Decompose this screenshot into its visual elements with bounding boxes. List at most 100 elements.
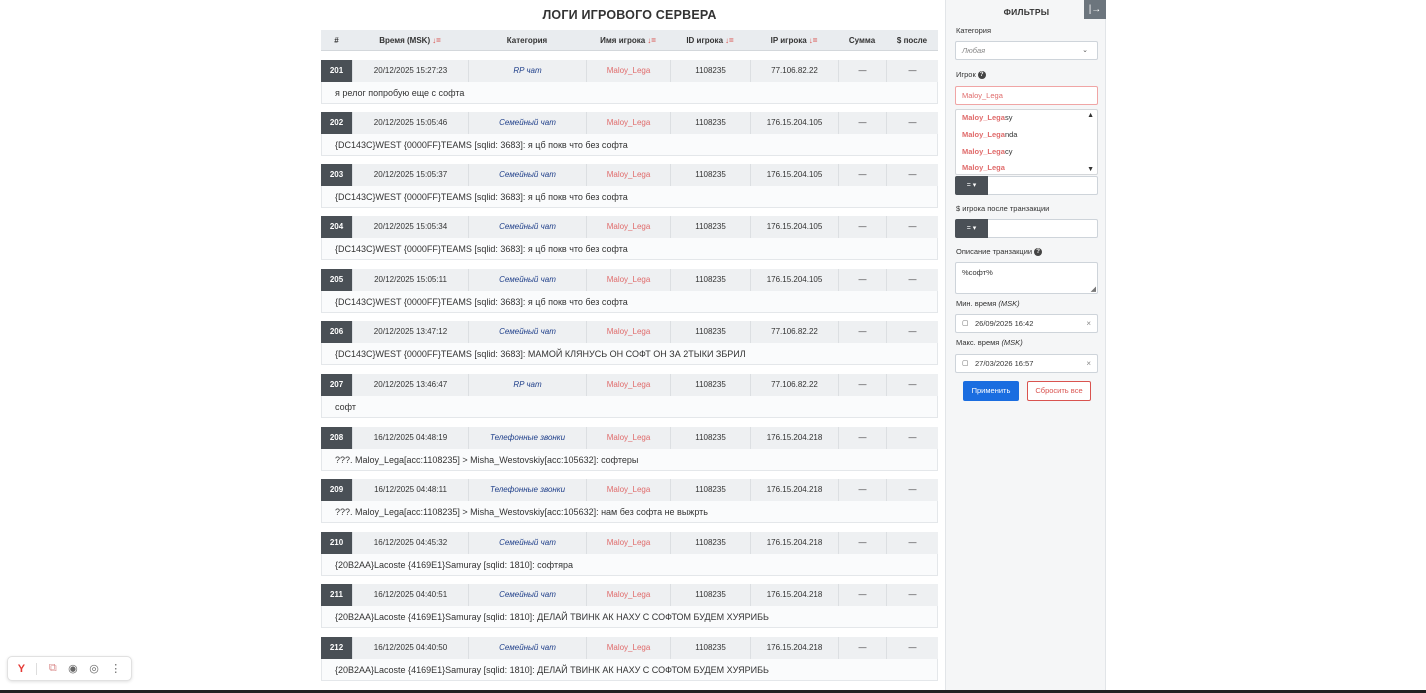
eye-icon[interactable]: ◉ xyxy=(68,662,78,675)
log-entry: 201 20/12/2025 15:27:23 RP чат Maloy_Leg… xyxy=(321,60,938,104)
row-player-name[interactable]: Maloy_Lega xyxy=(586,60,670,82)
row-player-name[interactable]: Maloy_Lega xyxy=(586,584,670,606)
description-value: %софт% xyxy=(962,268,993,277)
calendar-icon: ▢ xyxy=(962,360,969,367)
row-player-name[interactable]: Maloy_Lega xyxy=(586,637,670,659)
log-entry: 206 20/12/2025 13:47:12 Семейный чат Mal… xyxy=(321,321,938,365)
col-header-player-id[interactable]: ID игрока ↓= xyxy=(670,36,750,45)
max-time-unit: (MSK) xyxy=(1001,338,1023,347)
table-row[interactable]: 206 20/12/2025 13:47:12 Семейный чат Mal… xyxy=(321,321,938,343)
sort-icon[interactable]: ↓= xyxy=(725,36,734,45)
suggestion-item[interactable]: Maloy_Legacy xyxy=(962,147,1012,156)
row-player-name[interactable]: Maloy_Lega xyxy=(586,374,670,396)
row-message: софт xyxy=(321,396,938,418)
suggestion-item[interactable]: Maloy_Leganda xyxy=(962,130,1017,139)
row-player-name[interactable]: Maloy_Lega xyxy=(586,216,670,238)
clear-icon[interactable]: × xyxy=(1086,315,1091,332)
balance-operator-button[interactable]: = ▾ xyxy=(955,219,988,238)
col-header-time[interactable]: Время (MSK) ↓= xyxy=(352,36,468,45)
row-after: — xyxy=(886,60,938,82)
table-row[interactable]: 209 16/12/2025 04:48:11 Телефонные звонк… xyxy=(321,479,938,501)
description-textarea[interactable]: %софт% ◢ xyxy=(955,262,1098,294)
row-time: 20/12/2025 13:47:12 xyxy=(352,321,468,343)
translate-icon[interactable]: ⧉ xyxy=(49,662,57,675)
scroll-up-icon[interactable]: ▲ xyxy=(1087,112,1094,119)
row-player-name[interactable]: Maloy_Lega xyxy=(586,321,670,343)
log-entry: 208 16/12/2025 04:48:19 Телефонные звонк… xyxy=(321,427,938,471)
sum-filter-group[interactable]: = ▾ xyxy=(955,176,1098,195)
log-entry: 209 16/12/2025 04:48:11 Телефонные звонк… xyxy=(321,479,938,523)
row-number: 201 xyxy=(321,60,352,82)
row-player-id: 1108235 xyxy=(670,164,750,186)
table-header: # Время (MSK) ↓= Категория Имя игрока ↓= I… xyxy=(321,30,938,51)
row-number: 206 xyxy=(321,321,352,343)
row-category: Семейный чат xyxy=(468,216,586,238)
table-row[interactable]: 207 20/12/2025 13:46:47 RP чат Maloy_Leg… xyxy=(321,374,938,396)
suggestion-item[interactable]: Maloy_Legasy xyxy=(962,113,1012,122)
row-message: я релог попробую еще с софта xyxy=(321,82,938,104)
log-entry: 203 20/12/2025 15:05:37 Семейный чат Mal… xyxy=(321,164,938,208)
row-player-name[interactable]: Maloy_Lega xyxy=(586,112,670,134)
table-row[interactable]: 208 16/12/2025 04:48:19 Телефонные звонк… xyxy=(321,427,938,449)
row-message: {DC143C}WEST {0000FF}TEAMS [sqlid: 3683]… xyxy=(321,343,938,365)
screenshot-icon[interactable]: ◎ xyxy=(89,662,99,675)
row-player-name[interactable]: Maloy_Lega xyxy=(586,532,670,554)
row-player-name[interactable]: Maloy_Lega xyxy=(586,427,670,449)
row-after: — xyxy=(886,164,938,186)
col-header-ip[interactable]: IP игрока ↓= xyxy=(750,36,838,45)
sort-icon[interactable]: ↓= xyxy=(809,36,818,45)
resize-grip-icon[interactable]: ◢ xyxy=(1091,285,1096,293)
row-number: 208 xyxy=(321,427,352,449)
sort-icon[interactable]: ↓= xyxy=(647,36,656,45)
row-time: 16/12/2025 04:40:50 xyxy=(352,637,468,659)
table-row[interactable]: 212 16/12/2025 04:40:50 Семейный чат Mal… xyxy=(321,637,938,659)
row-player-name[interactable]: Maloy_Lega xyxy=(586,479,670,501)
col-header-category: Категория xyxy=(506,35,548,45)
row-player-id: 1108235 xyxy=(670,269,750,291)
reset-all-button[interactable]: Сбросить все xyxy=(1027,381,1091,401)
table-row[interactable]: 202 20/12/2025 15:05:46 Семейный чат Mal… xyxy=(321,112,938,134)
more-options-icon[interactable]: ⋮ xyxy=(110,662,121,675)
row-category: RP чат xyxy=(468,374,586,396)
row-ip: 176.15.204.218 xyxy=(750,584,838,606)
balance-after-filter-group[interactable]: = ▾ xyxy=(955,219,1098,238)
row-time: 16/12/2025 04:40:51 xyxy=(352,584,468,606)
help-icon[interactable]: ? xyxy=(1034,248,1043,257)
player-input[interactable]: Maloy_Lega xyxy=(955,86,1098,105)
yandex-logo-icon[interactable]: Y xyxy=(18,663,25,675)
table-row[interactable]: 210 16/12/2025 04:45:32 Семейный чат Mal… xyxy=(321,532,938,554)
row-time: 20/12/2025 15:05:37 xyxy=(352,164,468,186)
row-category: Семейный чат xyxy=(468,321,586,343)
table-row[interactable]: 204 20/12/2025 15:05:34 Семейный чат Mal… xyxy=(321,216,938,238)
player-label-text: Игрок xyxy=(956,70,976,79)
category-select[interactable]: Любая ⌄ xyxy=(955,41,1098,60)
row-message: {DC143C}WEST {0000FF}TEAMS [sqlid: 3683]… xyxy=(321,134,938,156)
suggestion-rest: sy xyxy=(1004,113,1013,122)
table-row[interactable]: 201 20/12/2025 15:27:23 RP чат Maloy_Leg… xyxy=(321,60,938,82)
sum-operator-button[interactable]: = ▾ xyxy=(955,176,988,195)
row-player-name[interactable]: Maloy_Lega xyxy=(586,269,670,291)
col-header-player[interactable]: Имя игрока ↓= xyxy=(586,36,670,45)
collapse-panel-icon[interactable]: |→ xyxy=(1084,0,1106,19)
table-row[interactable]: 205 20/12/2025 15:05:11 Семейный чат Mal… xyxy=(321,269,938,291)
row-category: Семейный чат xyxy=(468,112,586,134)
scroll-down-icon[interactable]: ▼ xyxy=(1087,166,1094,173)
sort-icon[interactable]: ↓= xyxy=(432,36,441,45)
suggestion-item[interactable]: Maloy_Lega xyxy=(962,163,1005,172)
max-time-input[interactable]: ▢ 27/03/2026 16:57 × xyxy=(955,354,1098,373)
table-row[interactable]: 211 16/12/2025 04:40:51 Семейный чат Mal… xyxy=(321,584,938,606)
row-player-name[interactable]: Maloy_Lega xyxy=(586,164,670,186)
table-row[interactable]: 203 20/12/2025 15:05:37 Семейный чат Mal… xyxy=(321,164,938,186)
clear-icon[interactable]: × xyxy=(1086,355,1091,372)
help-icon[interactable]: ? xyxy=(977,71,986,80)
row-number: 209 xyxy=(321,479,352,501)
row-player-id: 1108235 xyxy=(670,637,750,659)
row-number: 207 xyxy=(321,374,352,396)
row-category: Телефонные звонки xyxy=(468,479,586,501)
player-label: Игрок? xyxy=(956,70,986,80)
category-select-value: Любая xyxy=(962,46,986,55)
row-sum: — xyxy=(838,112,886,134)
apply-button[interactable]: Применить xyxy=(963,381,1019,401)
player-suggestions[interactable]: Maloy_Legasy Maloy_Leganda Maloy_Legacy … xyxy=(955,109,1098,175)
min-time-input[interactable]: ▢ 26/09/2025 16:42 × xyxy=(955,314,1098,333)
